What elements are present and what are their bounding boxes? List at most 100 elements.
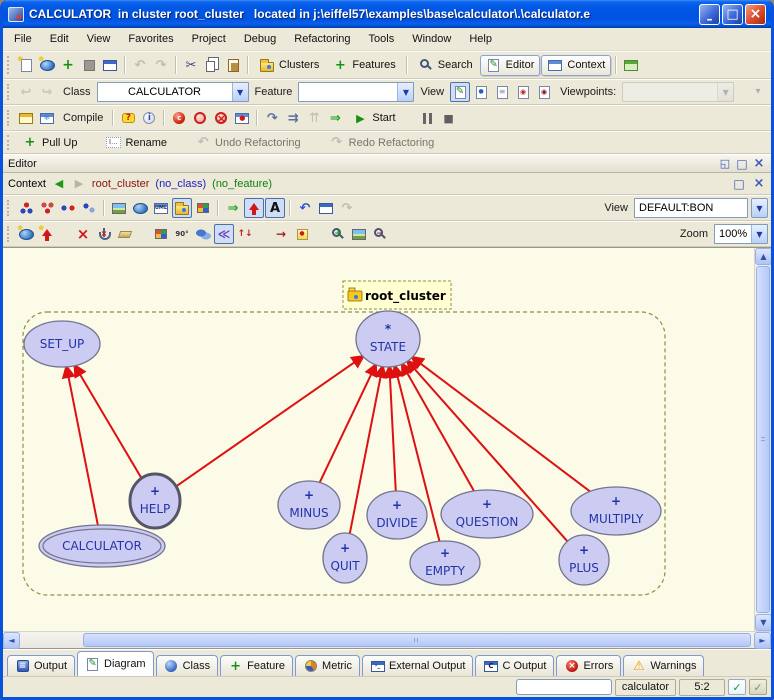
editor-view-icon[interactable]: ✎: [450, 82, 470, 102]
new-class-tool-icon[interactable]: [16, 224, 36, 244]
class-node-empty[interactable]: +EMPTY: [410, 541, 480, 585]
info-icon[interactable]: i: [139, 108, 159, 128]
contract-view-icon[interactable]: ◉: [513, 82, 533, 102]
close-button[interactable]: [745, 4, 766, 25]
interface-view-icon[interactable]: ◉: [534, 82, 554, 102]
search-button[interactable]: Search: [412, 55, 479, 75]
zoom-fit-icon[interactable]: [349, 224, 369, 244]
step-out-icon[interactable]: ⇈: [304, 108, 324, 128]
tab-diagram[interactable]: ✎Diagram: [77, 651, 154, 676]
class-history-icon[interactable]: [130, 198, 150, 218]
uml-view-icon[interactable]: UML: [151, 198, 171, 218]
titlebar[interactable]: CALCULATOR in cluster root_cluster locat…: [3, 0, 771, 28]
zoom-in-icon[interactable]: +: [328, 224, 348, 244]
toolbar-grip[interactable]: [7, 200, 12, 217]
cluster-label[interactable]: root_cluster: [343, 281, 451, 309]
cut-icon[interactable]: ✂: [181, 55, 201, 75]
undo-refactoring-button[interactable]: ↶Undo Refactoring: [189, 133, 307, 153]
overflow-chevron-icon[interactable]: ▾: [748, 82, 768, 102]
horizontal-scroll-thumb[interactable]: [83, 633, 751, 647]
class-combo-dropdown-icon[interactable]: ▼: [232, 83, 248, 101]
class-node-state[interactable]: *STATE: [356, 311, 420, 367]
export-png-icon[interactable]: [109, 198, 129, 218]
context-button[interactable]: Context: [541, 55, 611, 76]
scroll-left-icon[interactable]: [3, 632, 20, 649]
vertical-scroll-thumb[interactable]: [756, 266, 770, 613]
maximize-button[interactable]: [722, 4, 743, 25]
tab-c-output[interactable]: CC Output: [475, 655, 554, 676]
class-node-plus[interactable]: +PLUS: [559, 535, 609, 585]
start-button[interactable]: ▶Start: [346, 108, 401, 128]
class-node-calculator[interactable]: CALCULATOR: [39, 525, 165, 567]
last-warnings-icon[interactable]: ?: [118, 108, 138, 128]
context-back-icon[interactable]: ◀: [52, 177, 66, 190]
melt-icon[interactable]: [16, 108, 36, 128]
note-tool-icon[interactable]: ●: [292, 224, 312, 244]
legend-icon[interactable]: [193, 198, 213, 218]
toolbar-grip[interactable]: [7, 226, 12, 243]
menu-debug[interactable]: Debug: [235, 30, 285, 48]
menu-project[interactable]: Project: [183, 30, 235, 48]
force-layout-icon[interactable]: ⇒: [223, 198, 243, 218]
tab-feature[interactable]: +Feature: [220, 655, 293, 676]
clusters-button[interactable]: Clusters: [253, 55, 325, 75]
tab-class[interactable]: Class: [156, 655, 219, 676]
client-links-icon[interactable]: [58, 198, 78, 218]
status-search-input[interactable]: [516, 679, 612, 695]
scroll-right-icon[interactable]: [754, 632, 771, 649]
tab-warnings[interactable]: ⚠Warnings: [623, 655, 704, 676]
context-forward-icon[interactable]: ▶: [72, 177, 86, 190]
step-into-icon[interactable]: ⇉: [283, 108, 303, 128]
menu-window[interactable]: Window: [403, 30, 460, 48]
stop-compile-icon[interactable]: [79, 55, 99, 75]
close-context-icon[interactable]: [752, 177, 766, 190]
feature-combo-dropdown-icon[interactable]: ▼: [397, 83, 413, 101]
pause-icon[interactable]: [418, 108, 438, 128]
history-forward-icon[interactable]: ↪: [37, 82, 57, 102]
class-node-set_up[interactable]: SET_UP: [24, 321, 100, 367]
toolbar-grip[interactable]: [7, 135, 12, 150]
inheritance-link-calculator-set_up[interactable]: [67, 367, 98, 525]
rotate-icon[interactable]: 90°: [172, 224, 192, 244]
terminate-icon[interactable]: ×: [211, 108, 231, 128]
new-class-icon[interactable]: [37, 55, 57, 75]
inheritance-links-icon[interactable]: [16, 198, 36, 218]
run-workbench-icon[interactable]: c: [169, 108, 189, 128]
pull-up-button[interactable]: +Pull Up: [16, 133, 83, 153]
redo-refactoring-button[interactable]: ↷Redo Refactoring: [323, 133, 441, 153]
features-button[interactable]: +Features: [326, 55, 401, 75]
class-combo[interactable]: CALCULATOR▼: [97, 82, 249, 102]
context-class-crumb[interactable]: (no_class): [155, 178, 206, 190]
class-node-help[interactable]: +HELP: [130, 474, 180, 528]
colors-icon[interactable]: [151, 224, 171, 244]
inheritance-link-minus-state[interactable]: [320, 365, 376, 483]
diagram-history-icon[interactable]: [316, 198, 336, 218]
freeze-icon[interactable]: ❄: [37, 108, 57, 128]
diagram-canvas[interactable]: SET_UP*STATE+HELPCALCULATOR+MINUS+QUIT+D…: [3, 248, 754, 633]
redo-diagram-icon[interactable]: ↷: [337, 198, 357, 218]
menu-refactoring[interactable]: Refactoring: [285, 30, 359, 48]
close-pane-icon[interactable]: [752, 157, 766, 170]
vertical-scrollbar[interactable]: [754, 248, 771, 631]
maximize-context-icon[interactable]: [732, 177, 746, 190]
clickable-view-icon[interactable]: ●: [471, 82, 491, 102]
zoom-combo-dropdown-icon[interactable]: ▼: [751, 225, 767, 243]
debug-window-icon[interactable]: ●: [232, 108, 252, 128]
class-node-divide[interactable]: +DIVIDE: [367, 491, 427, 539]
inheritance-link-multiply-state[interactable]: [412, 357, 590, 491]
inheritance-link-help-state[interactable]: [176, 356, 363, 486]
menu-tools[interactable]: Tools: [360, 30, 404, 48]
context-cluster-crumb[interactable]: root_cluster: [92, 178, 149, 190]
new-inheritance-tool-icon[interactable]: [37, 224, 57, 244]
new-window-icon[interactable]: [16, 55, 36, 75]
class-node-quit[interactable]: +QUIT: [323, 533, 367, 583]
context-feature-crumb[interactable]: (no_feature): [212, 178, 272, 190]
undo-diagram-icon[interactable]: ↶: [295, 198, 315, 218]
align-icon[interactable]: ↑↓: [235, 224, 255, 244]
menu-file[interactable]: File: [5, 30, 41, 48]
cluster-view-icon[interactable]: [172, 198, 192, 218]
zoom-combo[interactable]: 100%▼: [714, 224, 768, 244]
view-combo[interactable]: DEFAULT:BON: [634, 198, 748, 218]
tab-output[interactable]: ≡Output: [7, 655, 75, 676]
run-to-cursor-icon[interactable]: ⇒: [325, 108, 345, 128]
